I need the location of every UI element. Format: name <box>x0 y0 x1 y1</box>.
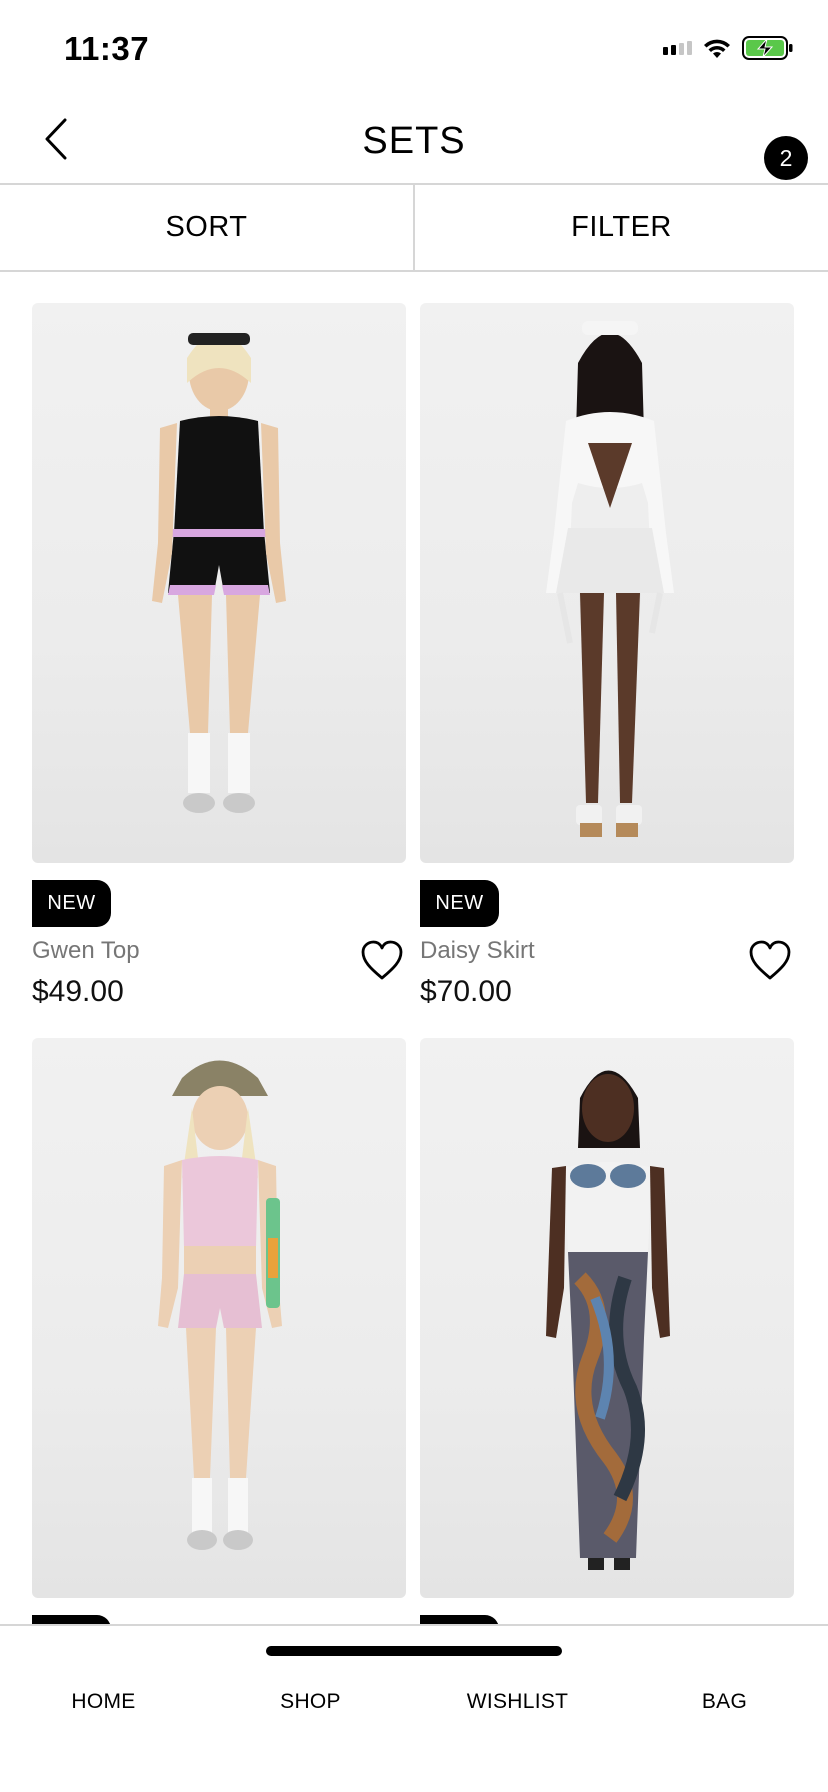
model-figure <box>546 1070 670 1570</box>
page-header: SETS 2 <box>0 90 828 185</box>
product-card[interactable] <box>420 1038 794 1624</box>
new-badge: NEW <box>32 880 111 927</box>
new-badge <box>420 1615 499 1624</box>
filter-button[interactable]: FILTER <box>415 185 828 270</box>
model-figure <box>152 333 286 813</box>
product-grid: NEW Gwen Top $49.00 NEW Daisy Skirt $70.… <box>0 272 828 1624</box>
nav-shop[interactable]: SHOP <box>207 1690 414 1714</box>
status-icons <box>663 36 794 60</box>
page-title: SETS <box>362 120 466 162</box>
status-bar: 11:37 <box>0 0 828 90</box>
status-time: 11:37 <box>64 30 150 67</box>
nav-wishlist[interactable]: WISHLIST <box>414 1690 621 1714</box>
model-figure <box>158 1060 282 1550</box>
cellular-signal-icon <box>663 41 692 55</box>
wishlist-heart-button[interactable] <box>748 939 792 983</box>
product-name[interactable]: Gwen Top <box>32 937 140 965</box>
product-card[interactable]: NEW Gwen Top $49.00 <box>32 303 406 1008</box>
heart-icon <box>361 940 403 980</box>
product-card[interactable]: NEW Daisy Skirt $70.00 <box>420 303 794 1008</box>
product-card[interactable] <box>32 1038 406 1624</box>
new-badge <box>32 1615 111 1624</box>
product-image[interactable] <box>420 1038 794 1598</box>
product-price: $49.00 <box>32 975 124 1008</box>
nav-home[interactable]: HOME <box>0 1690 207 1714</box>
product-price: $70.00 <box>420 975 512 1008</box>
sort-filter-bar: SORT FILTER <box>0 185 828 272</box>
product-image[interactable] <box>32 1038 406 1598</box>
product-name[interactable]: Daisy Skirt <box>420 937 535 965</box>
heart-icon <box>749 940 791 980</box>
product-image[interactable] <box>32 303 406 863</box>
battery-charging-icon <box>742 36 793 60</box>
sort-button[interactable]: SORT <box>0 185 415 270</box>
wishlist-heart-button[interactable] <box>360 939 404 983</box>
count-badge[interactable]: 2 <box>764 136 808 180</box>
new-badge: NEW <box>420 880 499 927</box>
wifi-icon <box>704 39 730 58</box>
model-figure <box>546 321 674 837</box>
home-indicator[interactable] <box>266 1646 562 1656</box>
nav-bag[interactable]: BAG <box>621 1690 828 1714</box>
product-image[interactable] <box>420 303 794 863</box>
